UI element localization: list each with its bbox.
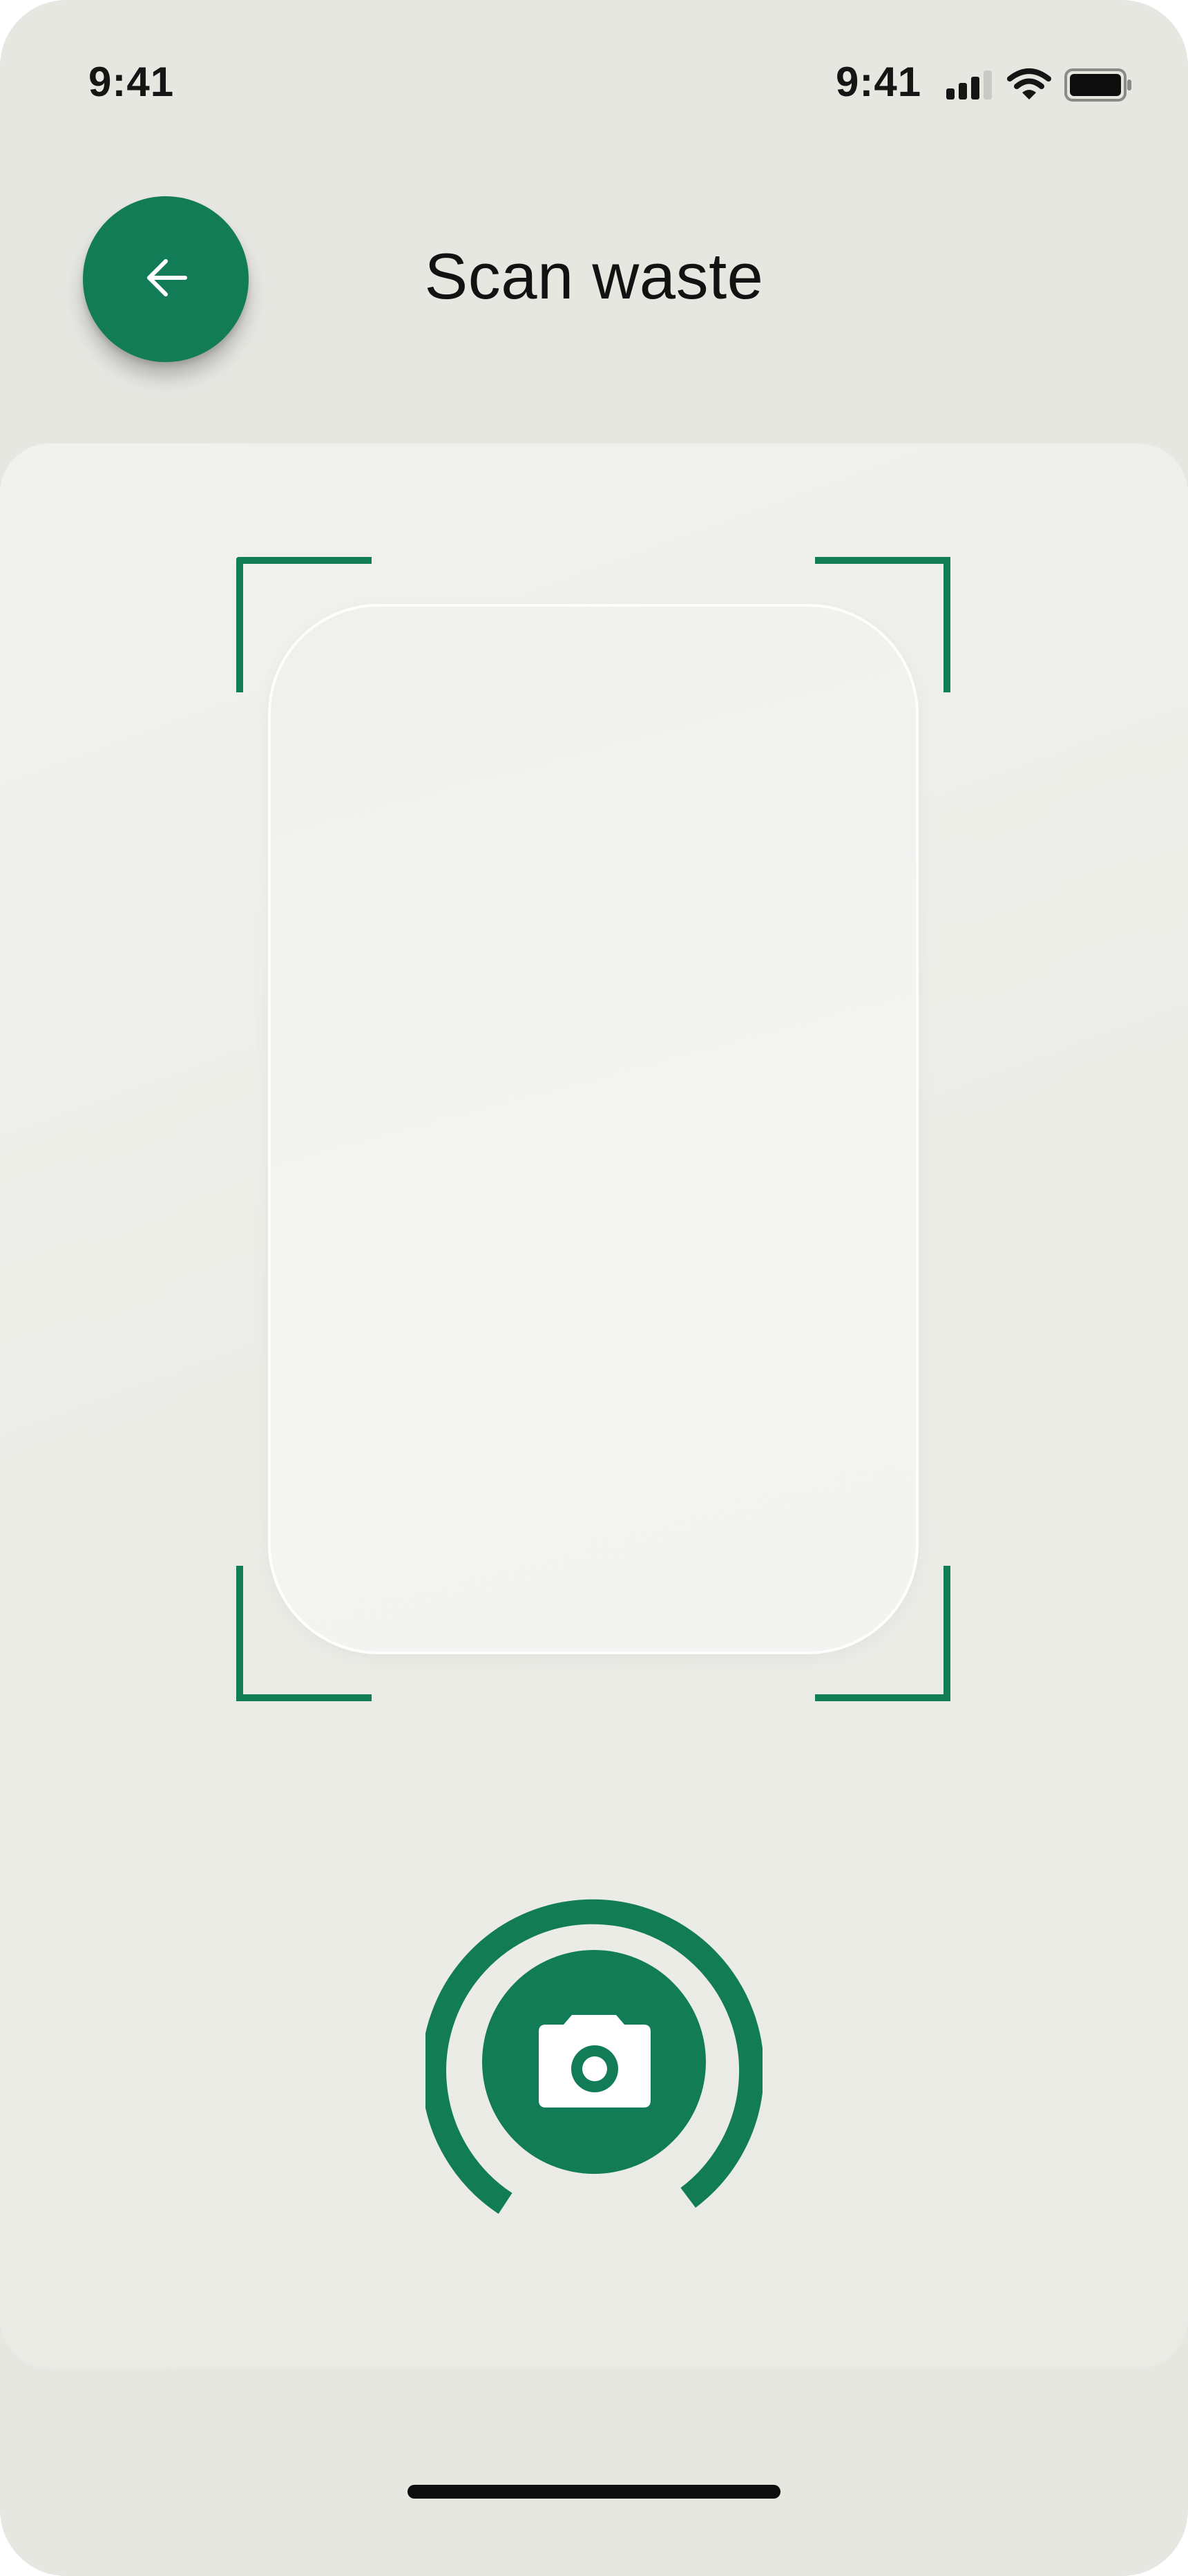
shutter-button[interactable]	[425, 1893, 763, 2231]
status-bar: 9:41 9:41	[0, 0, 1188, 166]
home-indicator[interactable]	[408, 2485, 780, 2499]
scan-corner-bottom-left	[236, 1566, 372, 1701]
status-time-right: 9:41	[836, 59, 922, 105]
scan-corner-top-left	[236, 557, 372, 692]
camera-icon	[539, 2015, 651, 2108]
phone-screen: 9:41 9:41 Scan waste	[0, 0, 1188, 2576]
scan-frame	[268, 604, 919, 1654]
status-time-left: 9:41	[88, 59, 175, 105]
wifi-icon	[1007, 68, 1051, 104]
page-title: Scan waste	[424, 240, 764, 312]
scan-corner-top-right	[815, 557, 950, 692]
cellular-signal-icon	[946, 70, 995, 103]
battery-icon	[1064, 68, 1133, 106]
scan-corner-bottom-right	[815, 1566, 950, 1701]
